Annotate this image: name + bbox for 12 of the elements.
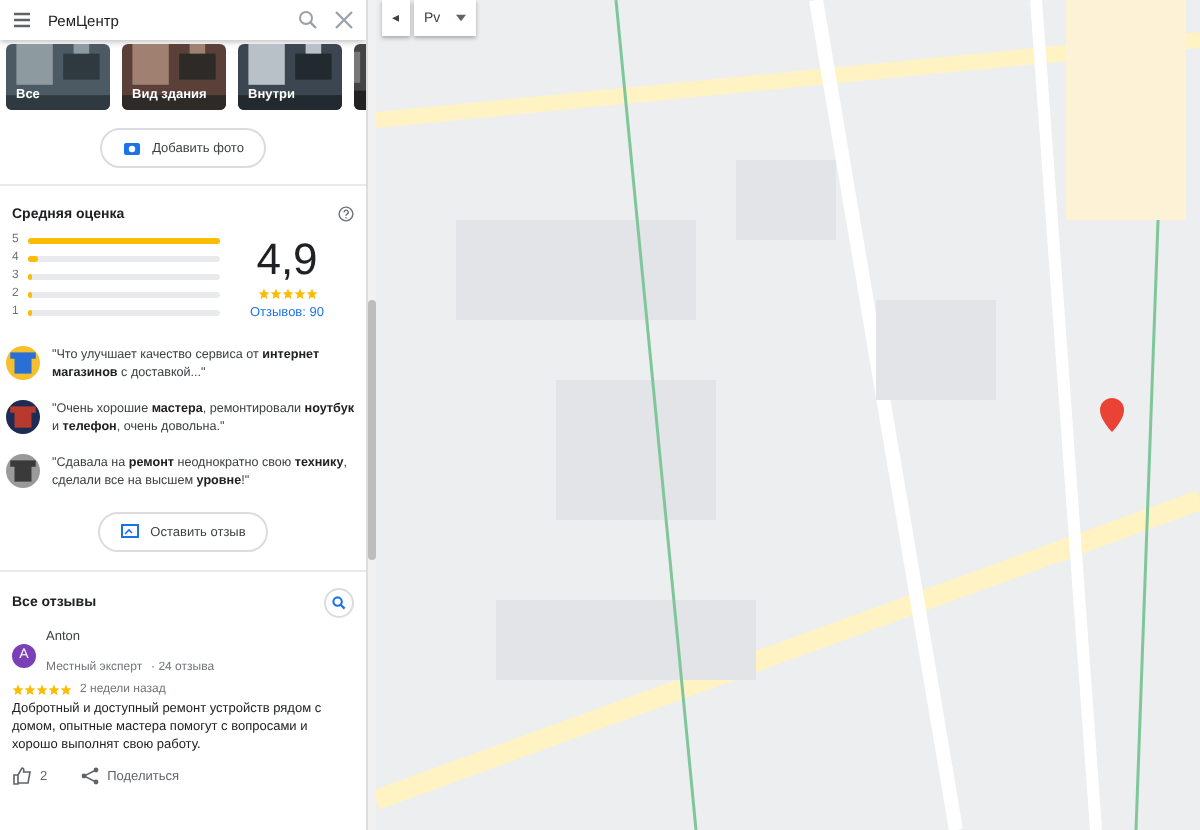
review-icon (120, 522, 141, 542)
average-score: 4,9 (256, 234, 318, 286)
help-icon[interactable] (338, 206, 354, 222)
share-icon (79, 766, 100, 786)
search-icon[interactable] (298, 10, 318, 30)
thumbs-up-icon (12, 766, 32, 786)
search-button[interactable] (324, 588, 354, 618)
menu-icon[interactable] (12, 10, 32, 30)
caret-icon (456, 14, 467, 22)
camera-icon (122, 138, 143, 158)
close-icon[interactable] (334, 10, 354, 30)
search-icon (332, 596, 346, 610)
